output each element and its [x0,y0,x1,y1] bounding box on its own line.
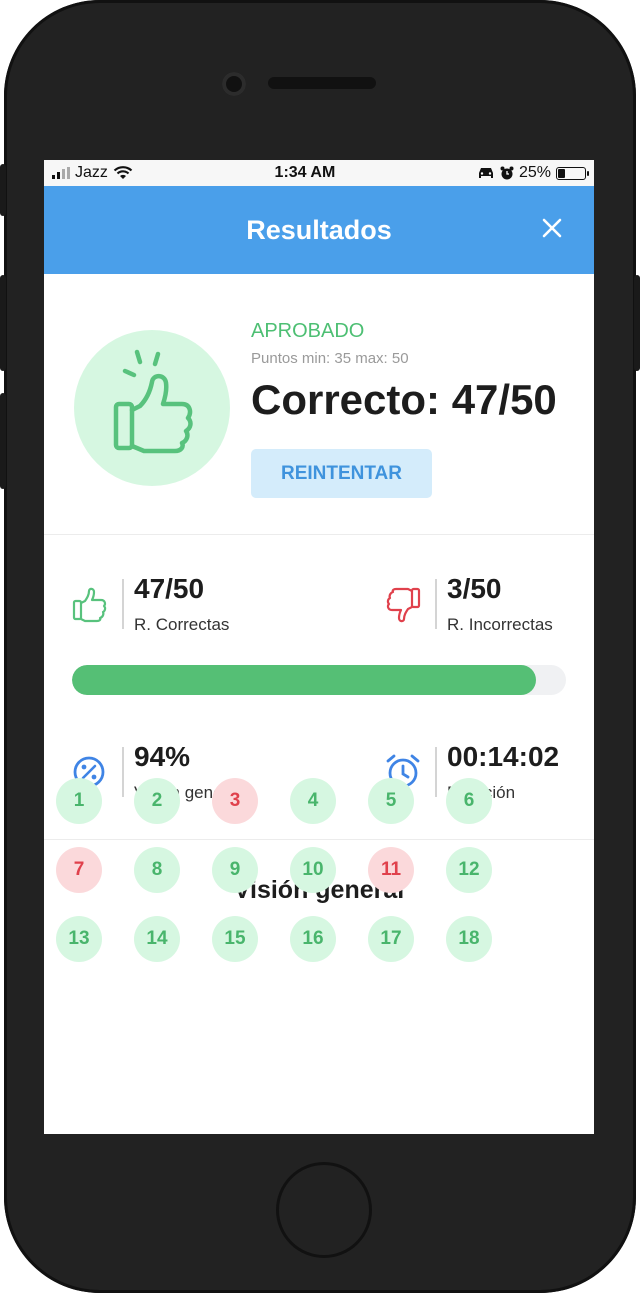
score-text: Correcto: 47/50 [251,376,557,423]
question-grid: 1 2 3 4 5 6 7 8 9 10 11 12 13 14 15 16 17 18 [56,778,512,962]
battery-icon [555,166,589,180]
retry-button[interactable]: REINTENTAR [251,449,432,498]
result-badge [74,330,230,486]
car-icon [478,168,493,178]
home-button[interactable] [276,1162,372,1258]
stat-divider [122,579,124,629]
question-2-button[interactable]: 2 [134,778,180,824]
app-screen: Jazz 1:34 AM 25% Resultados APROBADO Pun… [44,160,594,1134]
incorrect-value: 3/50 [447,573,502,604]
close-icon[interactable] [540,216,564,240]
duration-value: 00:14:02 [447,741,560,772]
battery-percent: 25% [518,164,551,181]
question-3-button[interactable]: 3 [212,778,258,824]
question-16-button[interactable]: 16 [290,916,336,962]
page-title: Resultados [246,214,392,245]
question-5-button[interactable]: 5 [368,778,414,824]
thumbs-down-icon [386,587,421,623]
question-17-button[interactable]: 17 [368,916,414,962]
question-7-button[interactable]: 7 [56,847,102,893]
question-6-button[interactable]: 6 [446,778,492,824]
power-button [634,275,640,371]
volume-down-button [0,393,6,489]
wifi-icon [113,165,133,179]
question-11-button[interactable]: 11 [368,847,414,893]
thumbs-up-icon [113,349,193,454]
question-4-button[interactable]: 4 [290,778,336,824]
alarm-icon [500,166,514,180]
signal-icon [52,167,70,179]
earpiece-speaker [268,77,376,89]
header-bar: Resultados [44,186,594,274]
points-range: Puntos min: 35 max: 50 [251,350,409,367]
question-14-button[interactable]: 14 [134,916,180,962]
question-13-button[interactable]: 13 [56,916,102,962]
question-8-button[interactable]: 8 [134,847,180,893]
question-18-button[interactable]: 18 [446,916,492,962]
correct-label: R. Correctas [134,615,230,634]
mute-switch [0,164,6,216]
question-10-button[interactable]: 10 [290,847,336,893]
correct-value: 47/50 [134,573,205,604]
score-progress-bar [72,665,566,695]
status-time: 1:34 AM [274,164,336,181]
question-12-button[interactable]: 12 [446,847,492,893]
question-9-button[interactable]: 9 [212,847,258,893]
status-bar: Jazz 1:34 AM 25% [44,160,594,186]
status-label: APROBADO [251,320,365,342]
overview-value: 94% [134,741,191,772]
volume-up-button [0,275,6,371]
carrier-name: Jazz [75,164,108,181]
stat-divider [435,579,437,629]
question-15-button[interactable]: 15 [212,916,258,962]
progress-fill [72,665,537,695]
front-camera [222,72,246,96]
question-1-button[interactable]: 1 [56,778,102,824]
incorrect-label: R. Incorrectas [447,615,553,634]
thumbs-up-icon [72,587,107,623]
result-summary: APROBADO Puntos min: 35 max: 50 Correcto… [44,274,594,535]
